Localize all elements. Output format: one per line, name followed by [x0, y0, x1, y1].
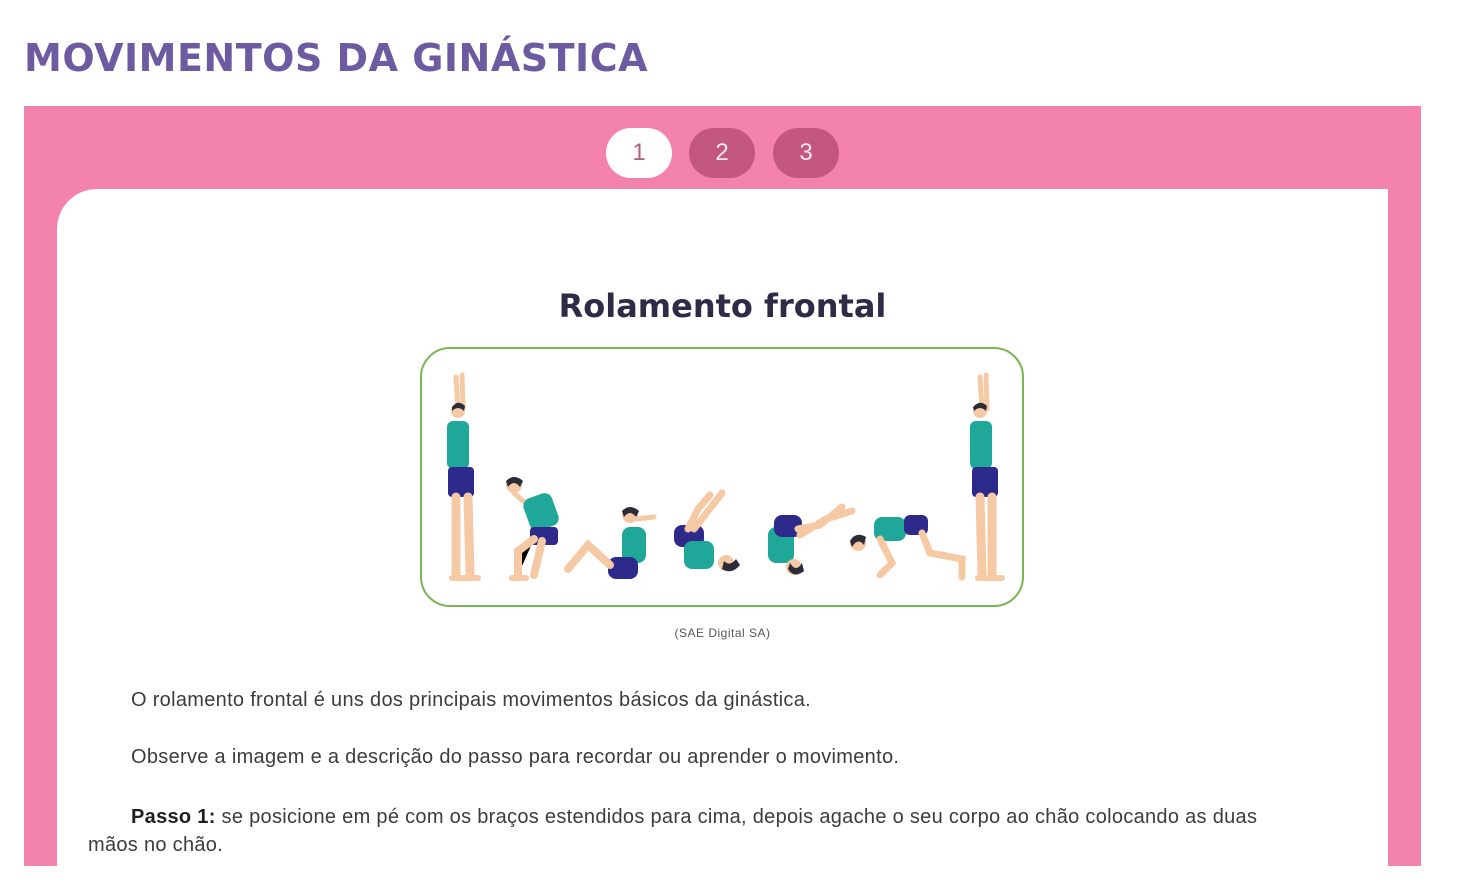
page-title: MOVIMENTOS DA GINÁSTICA	[24, 36, 648, 80]
content-card: Rolamento frontal (SAE Digital SA) O rol…	[57, 189, 1388, 889]
figure-rolling-back	[564, 507, 657, 579]
step-1-text: se posicione em pé com os braços estendi…	[88, 806, 1258, 856]
image-credit: (SAE Digital SA)	[674, 626, 771, 640]
instruction-paragraph: Observe a imagem e a descrição do passo …	[131, 746, 900, 768]
page-button-1[interactable]: 1	[606, 128, 672, 178]
figure-rolling-forward	[768, 503, 856, 575]
step-1-label: Passo 1:	[131, 806, 216, 828]
figure-standing-start	[447, 372, 481, 581]
figure-inverted	[674, 489, 740, 572]
figure-standing-end	[970, 372, 1005, 581]
page-button-2[interactable]: 2	[689, 128, 755, 178]
page-button-3[interactable]: 3	[773, 128, 839, 178]
section-title: Rolamento frontal	[558, 287, 887, 325]
pagination: 1 2 3	[24, 128, 1421, 178]
forward-roll-illustration	[420, 347, 1024, 607]
forward-roll-sequence-image	[447, 372, 1005, 581]
step-1-paragraph: Passo 1: se posicione em pé com os braço…	[88, 803, 1288, 859]
figure-squat	[506, 477, 559, 581]
intro-paragraph: O rolamento frontal é uns dos principais…	[131, 689, 812, 711]
content-frame: 1 2 3 Rolamento frontal (SAE Digital SA)…	[24, 106, 1421, 889]
figure-kneeling	[850, 515, 966, 581]
